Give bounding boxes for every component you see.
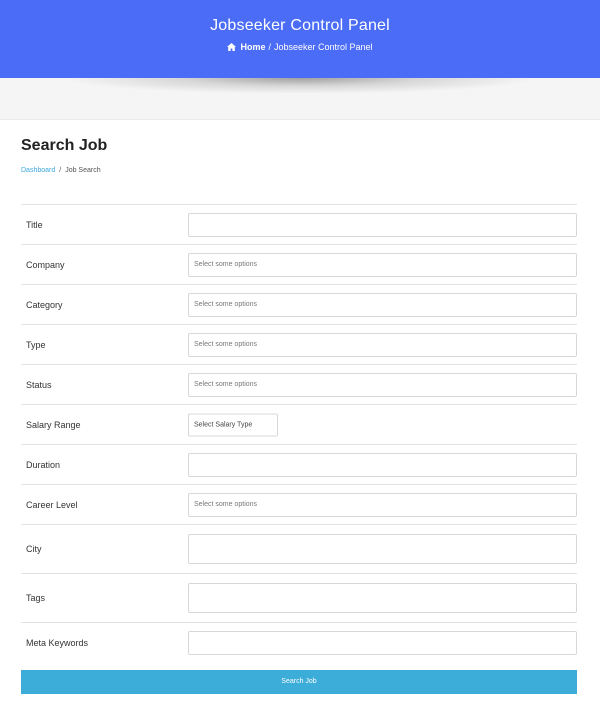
- company-label: Company: [26, 259, 65, 270]
- form-row-category: Category Select some options: [21, 284, 577, 324]
- form-row-tags: Tags: [21, 573, 577, 622]
- salary-type-select[interactable]: Select Salary Type: [188, 413, 278, 436]
- type-label: Type: [26, 339, 46, 350]
- breadcrumb-dashboard-link[interactable]: Dashboard: [21, 167, 55, 174]
- home-icon: [227, 43, 237, 53]
- duration-label: Duration: [26, 459, 61, 470]
- search-job-card: Search Job Dashboard / Job Search Title Co…: [0, 119, 600, 706]
- search-job-button[interactable]: Search Job: [21, 670, 577, 694]
- tags-label: Tags: [26, 593, 46, 603]
- city-label: City: [26, 544, 42, 554]
- page-title: Search Job: [21, 137, 108, 154]
- type-multiselect[interactable]: Select some options: [188, 332, 577, 357]
- header-shadow: [60, 78, 540, 94]
- meta-keywords-input[interactable]: [188, 630, 577, 655]
- breadcrumb-separator: /: [59, 167, 62, 174]
- job-search-form: Title Company Select some options Catego…: [21, 204, 577, 662]
- form-row-meta-keywords: Meta Keywords: [21, 622, 577, 662]
- duration-input[interactable]: [188, 452, 577, 477]
- breadcrumb-separator: /: [268, 42, 271, 52]
- meta-keywords-label: Meta Keywords: [26, 637, 89, 648]
- header-title: Jobseeker Control Panel: [210, 17, 390, 34]
- form-row-salary-range: Salary Range Select Salary Type: [21, 404, 577, 444]
- form-row-type: Type Select some options: [21, 324, 577, 364]
- form-row-status: Status Select some options: [21, 364, 577, 404]
- header-breadcrumb: Home / Jobseeker Control Panel: [0, 42, 600, 53]
- company-multiselect[interactable]: Select some options: [188, 252, 577, 277]
- form-row-company: Company Select some options: [21, 244, 577, 284]
- page-header-banner: Jobseeker Control Panel Home / Jobseeker C…: [0, 0, 600, 78]
- breadcrumb-home-link[interactable]: Home: [240, 42, 265, 52]
- form-row-city: City: [21, 524, 577, 573]
- breadcrumb-current: Jobseeker Control Panel: [273, 42, 373, 52]
- page-breadcrumb: Dashboard / Job Search: [21, 167, 101, 174]
- form-row-duration: Duration: [21, 444, 577, 484]
- salary-range-label: Salary Range: [26, 419, 81, 430]
- career-level-label: Career Level: [26, 499, 78, 510]
- title-input[interactable]: [188, 212, 577, 237]
- category-label: Category: [26, 299, 63, 310]
- breadcrumb-current: Job Search: [65, 167, 101, 174]
- status-multiselect[interactable]: Select some options: [188, 372, 577, 397]
- city-input[interactable]: [188, 534, 577, 564]
- form-row-title: Title: [21, 204, 577, 244]
- title-label: Title: [26, 219, 43, 230]
- career-level-multiselect[interactable]: Select some options: [188, 492, 577, 517]
- tags-input[interactable]: [188, 583, 577, 613]
- form-row-career-level: Career Level Select some options: [21, 484, 577, 524]
- status-label: Status: [26, 379, 52, 390]
- category-multiselect[interactable]: Select some options: [188, 292, 577, 317]
